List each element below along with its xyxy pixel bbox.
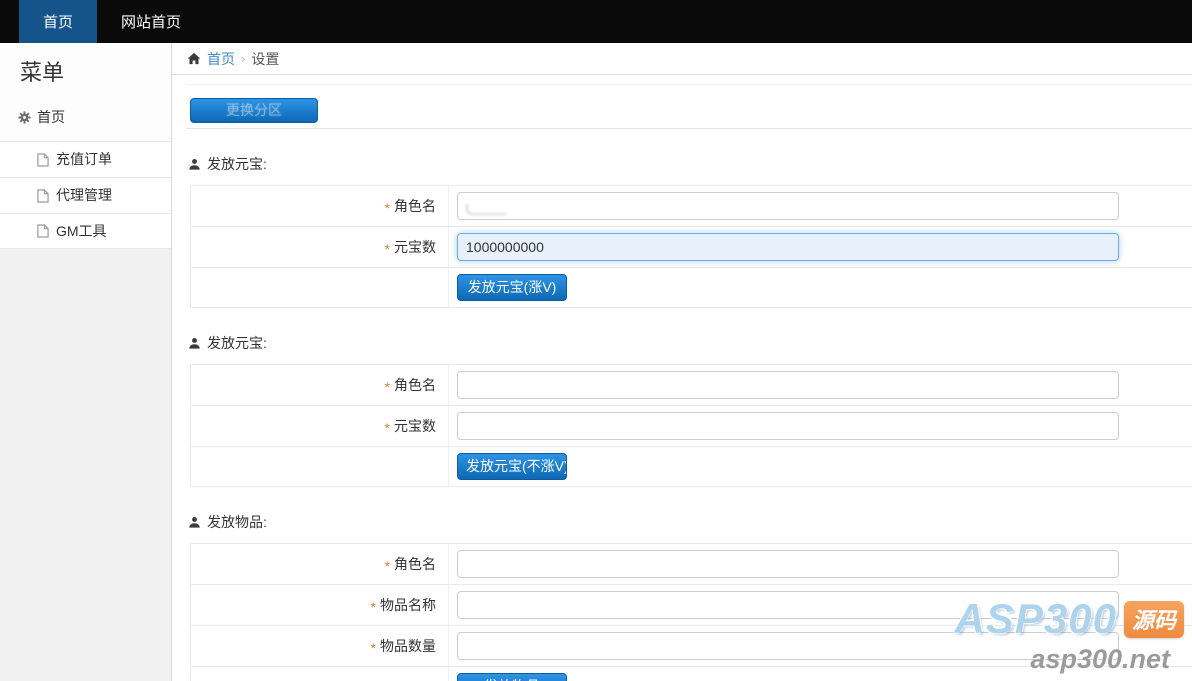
sidebar-item-gm-tools[interactable]: GM工具	[0, 213, 171, 249]
field-label: 物品名称	[191, 585, 449, 625]
form-row: 发放元宝(不涨V)	[191, 447, 1192, 487]
main-panel: 更换分区 发放元宝: 角色名	[172, 75, 1192, 681]
form-row: 角色名	[191, 544, 1192, 585]
user-icon	[188, 516, 201, 529]
field-label: 角色名	[191, 544, 449, 584]
breadcrumb: 首页 › 设置	[172, 43, 1192, 75]
section-title: 发放元宝:	[188, 333, 1192, 353]
document-icon	[37, 152, 49, 167]
form-row: 角色名	[191, 186, 1192, 227]
field-label: 角色名	[191, 186, 449, 226]
item-name-input[interactable]	[457, 591, 1119, 619]
gear-icon	[18, 110, 31, 124]
home-icon	[187, 52, 201, 65]
tab-home[interactable]: 首页	[19, 0, 98, 43]
role-name-input-2[interactable]	[457, 371, 1119, 399]
item-quantity-input[interactable]	[457, 632, 1119, 660]
issue-items-section: 发放物品: 角色名 物品名称	[186, 512, 1192, 681]
sidebar-home-label: 首页	[37, 109, 65, 125]
field-label: 物品数量	[191, 626, 449, 666]
issue-yuanbao-vip-button[interactable]: 发放元宝(涨V)	[457, 274, 567, 301]
yuanbao-amount-input-1[interactable]	[457, 233, 1119, 261]
zone-selector-bar: 更换分区	[186, 84, 1192, 129]
sidebar-title: 菜单	[20, 60, 65, 85]
form-table: 角色名 物品名称 物品数量	[190, 543, 1192, 681]
document-icon	[37, 224, 49, 238]
tab-website-home[interactable]: 网站首页	[97, 0, 205, 43]
sidebar-item-home[interactable]: 首页	[0, 101, 171, 141]
sidebar-item-label: GM工具	[56, 222, 107, 239]
section-title: 发放物品:	[188, 512, 1192, 532]
user-icon	[188, 158, 201, 171]
issue-yuanbao-vip-section: 发放元宝: 角色名 元宝数	[186, 154, 1192, 308]
role-name-input-1[interactable]	[457, 192, 1119, 220]
form-row: 元宝数	[191, 227, 1192, 268]
field-label: 角色名	[191, 365, 449, 405]
form-row: 角色名	[191, 365, 1192, 406]
form-row: 元宝数	[191, 406, 1192, 447]
form-row: 物品数量	[191, 626, 1192, 667]
breadcrumb-separator: ›	[241, 51, 246, 66]
section-title: 发放元宝:	[188, 154, 1192, 174]
issue-items-button[interactable]: 发放物品	[457, 673, 567, 681]
form-table: 角色名 元宝数 发放元宝(不涨V)	[190, 364, 1192, 487]
sidebar-item-label: 充值订单	[56, 151, 112, 167]
breadcrumb-current: 设置	[251, 50, 280, 67]
form-row: 发放物品	[191, 667, 1192, 681]
form-row: 物品名称	[191, 585, 1192, 626]
form-table: 角色名 元宝数	[190, 185, 1192, 308]
sidebar-item-agent-management[interactable]: 代理管理	[0, 177, 171, 213]
top-navbar: 首页 网站首页	[0, 0, 1192, 43]
sidebar: 菜单 首页 充值订单 代理管理 GM工具	[0, 43, 172, 681]
change-zone-button[interactable]: 更换分区	[190, 98, 318, 123]
issue-yuanbao-novip-button[interactable]: 发放元宝(不涨V)	[457, 453, 567, 480]
yuanbao-amount-input-2[interactable]	[457, 412, 1119, 440]
breadcrumb-home-link[interactable]: 首页	[207, 49, 235, 69]
document-icon	[37, 188, 49, 203]
field-label: 元宝数	[191, 227, 449, 267]
role-name-input-3[interactable]	[457, 550, 1119, 578]
field-label: 元宝数	[191, 406, 449, 446]
form-row: 发放元宝(涨V)	[191, 268, 1192, 308]
sidebar-menu: 充值订单 代理管理 GM工具	[0, 141, 171, 249]
user-icon	[188, 337, 201, 350]
sidebar-background	[0, 249, 171, 681]
sidebar-item-label: 代理管理	[56, 187, 112, 203]
issue-yuanbao-novip-section: 发放元宝: 角色名 元宝数	[186, 333, 1192, 487]
sidebar-item-recharge-orders[interactable]: 充值订单	[0, 141, 171, 177]
